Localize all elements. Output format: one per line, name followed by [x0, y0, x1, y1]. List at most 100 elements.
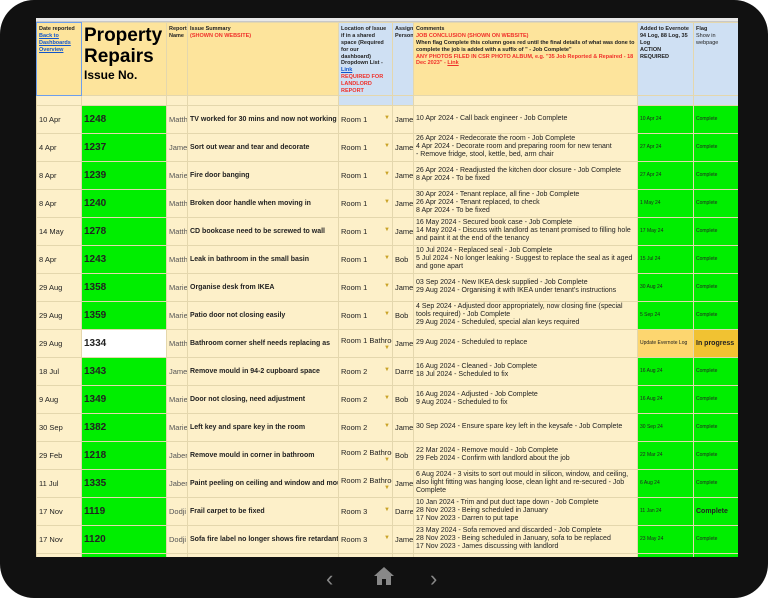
assigned-cell[interactable]: James	[392, 188, 414, 218]
date-cell[interactable]: 17 Nov	[36, 496, 82, 526]
dropdown-arrow-icon[interactable]: ▼	[384, 535, 390, 541]
date-cell[interactable]: 29 Aug	[36, 300, 82, 330]
issue-number-cell[interactable]: 1278	[81, 216, 167, 246]
comments-cell[interactable]: 26 Apr 2024 - Redecorate the room - Job …	[413, 132, 638, 162]
evernote-cell[interactable]: 11 Jan 24	[637, 496, 694, 526]
date-cell[interactable]: 4 Apr	[36, 132, 82, 162]
evernote-cell[interactable]: 5 Sep 24	[637, 300, 694, 330]
comments-cell[interactable]: 6 Aug 2024 - 3 visits to sort out mould …	[413, 468, 638, 498]
location-dropdown[interactable]: Room 2 Bathroom▼	[338, 468, 393, 498]
date-cell[interactable]: 10 Apr	[36, 104, 82, 134]
issue-number-cell[interactable]: 1359	[81, 300, 167, 330]
date-cell[interactable]: 18 Jul	[36, 356, 82, 386]
issue-summary-cell[interactable]: Sort out wear and tear and decorate	[187, 132, 339, 162]
location-dropdown[interactable]: Room 1 ▼	[338, 300, 393, 330]
issue-summary-cell[interactable]: Organise desk from IKEA	[187, 272, 339, 302]
issue-summary-cell[interactable]: Remove mould in 94-2 cupboard space	[187, 356, 339, 386]
issue-summary-cell[interactable]: TV worked for 30 mins and now not workin…	[187, 104, 339, 134]
evernote-cell[interactable]: Update Evernote Log	[637, 328, 694, 358]
date-cell[interactable]: 29 Aug	[36, 328, 82, 358]
flag-cell[interactable]: Complete	[693, 160, 738, 190]
location-link[interactable]: Link	[341, 67, 352, 73]
dropdown-arrow-icon[interactable]: ▼	[384, 485, 390, 491]
comments-cell[interactable]: 10 Jul 2024 - Replaced seal - Job Comple…	[413, 244, 638, 274]
date-cell[interactable]: 11 Jul	[36, 468, 82, 498]
assigned-cell[interactable]: James	[392, 216, 414, 246]
issue-summary-cell[interactable]: Bathroom corner shelf needs replacing as	[187, 328, 339, 358]
assigned-cell[interactable]: James	[392, 468, 414, 498]
reporter-cell[interactable]: Marie	[166, 384, 188, 414]
dropdown-arrow-icon[interactable]: ▼	[384, 457, 390, 463]
flag-cell[interactable]: Complete	[693, 412, 738, 442]
location-dropdown[interactable]: Room 2 Bathroom▼	[338, 440, 393, 470]
reporter-cell[interactable]: James	[166, 132, 188, 162]
issue-summary-cell[interactable]: Remove mould in corner in bathroom	[187, 440, 339, 470]
issue-summary-cell[interactable]: Paint peeling on ceiling and window and …	[187, 468, 339, 498]
back-to-dashboards-link[interactable]: Back to Dashboards Overview	[39, 33, 71, 53]
comments-cell[interactable]: 16 Aug 2024 - Adjusted - Job Complete 9 A…	[413, 384, 638, 414]
flag-cell[interactable]: Complete	[693, 188, 738, 218]
reporter-cell[interactable]: Matthew	[166, 216, 188, 246]
dropdown-arrow-icon[interactable]: ▼	[384, 143, 390, 149]
flag-cell[interactable]: Complete	[693, 300, 738, 330]
evernote-cell[interactable]: 10 Apr 24	[637, 104, 694, 134]
date-cell[interactable]: 30 Sep	[36, 412, 82, 442]
assigned-cell[interactable]: James	[392, 104, 414, 134]
chevron-left-icon[interactable]: ‹	[326, 566, 333, 592]
evernote-cell[interactable]: 16 Aug 24	[637, 384, 694, 414]
reporter-cell[interactable]: Marie	[166, 412, 188, 442]
reporter-cell[interactable]: Matthew	[166, 104, 188, 134]
header-date[interactable]: Date reported Back to Dashboards Overview	[36, 22, 82, 96]
assigned-cell[interactable]: James	[392, 524, 414, 554]
issue-number-cell[interactable]: 1382	[81, 412, 167, 442]
dropdown-arrow-icon[interactable]: ▼	[384, 171, 390, 177]
location-dropdown[interactable]: Room 1 ▼	[338, 160, 393, 190]
issue-number-cell[interactable]: 1218	[81, 440, 167, 470]
dropdown-arrow-icon[interactable]: ▼	[384, 423, 390, 429]
reporter-cell[interactable]: Marie	[166, 160, 188, 190]
assigned-cell[interactable]: Bob	[392, 300, 414, 330]
evernote-cell[interactable]: 16 Aug 24	[637, 356, 694, 386]
photo-album-link[interactable]: Link	[447, 60, 458, 66]
flag-cell[interactable]: Complete	[693, 468, 738, 498]
location-dropdown[interactable]: Room 1 ▼	[338, 244, 393, 274]
issue-summary-cell[interactable]: Fire door banging	[187, 160, 339, 190]
dropdown-arrow-icon[interactable]: ▼	[384, 227, 390, 233]
reporter-cell[interactable]: Dodji	[166, 524, 188, 554]
dropdown-arrow-icon[interactable]: ▼	[384, 311, 390, 317]
evernote-cell[interactable]: 17 May 24	[637, 216, 694, 246]
assigned-cell[interactable]: James	[392, 412, 414, 442]
location-dropdown[interactable]: Room 1 ▼	[338, 132, 393, 162]
reporter-cell[interactable]: Dodji	[166, 496, 188, 526]
comments-cell[interactable]: 26 Apr 2024 - Readjusted the kitchen doo…	[413, 160, 638, 190]
date-cell[interactable]: 8 Apr	[36, 188, 82, 218]
location-dropdown[interactable]: Room 1 ▼	[338, 188, 393, 218]
reporter-cell[interactable]	[166, 552, 188, 557]
evernote-cell[interactable]: 27 Apr 24	[637, 132, 694, 162]
flag-cell[interactable]	[693, 552, 738, 557]
location-dropdown[interactable]: Room 1 ▼	[338, 104, 393, 134]
issue-number-cell[interactable]: 1343	[81, 356, 167, 386]
date-cell[interactable]: 14 May	[36, 216, 82, 246]
comments-cell[interactable]: 4 Sep 2024 - Adjusted door appropriately…	[413, 300, 638, 330]
date-cell[interactable]: 17 Nov	[36, 524, 82, 554]
date-cell[interactable]: 29 Feb	[36, 440, 82, 470]
dropdown-arrow-icon[interactable]: ▼	[384, 367, 390, 373]
assigned-cell[interactable]: Bob	[392, 244, 414, 274]
assigned-cell[interactable]: Darren	[392, 356, 414, 386]
reporter-cell[interactable]: James	[166, 356, 188, 386]
evernote-cell[interactable]: 27 Apr 24	[637, 160, 694, 190]
dropdown-arrow-icon[interactable]: ▼	[384, 115, 390, 121]
issue-number-cell[interactable]	[81, 552, 167, 557]
evernote-cell[interactable]: 23 May 24	[637, 524, 694, 554]
date-cell[interactable]: 8 Apr	[36, 160, 82, 190]
evernote-cell[interactable]: 30 Aug 24	[637, 272, 694, 302]
reporter-cell[interactable]: Jaber	[166, 440, 188, 470]
location-dropdown[interactable]: Room 3 ▼	[338, 524, 393, 554]
dropdown-arrow-icon[interactable]: ▼	[384, 255, 390, 261]
evernote-cell[interactable]	[637, 552, 694, 557]
issue-number-cell[interactable]: 1120	[81, 524, 167, 554]
comments-cell[interactable]: 27 Mar 24 - Tighten bed frame, still noi…	[413, 552, 638, 557]
issue-summary-cell[interactable]: Leak in bathroom in the small basin	[187, 244, 339, 274]
reporter-cell[interactable]: Matthew	[166, 328, 188, 358]
